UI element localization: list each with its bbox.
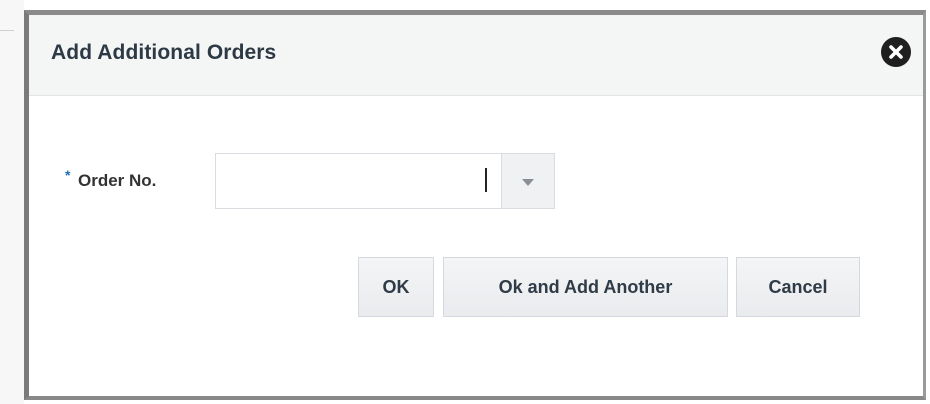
ok-button[interactable]: OK bbox=[358, 257, 434, 317]
background-page-strip bbox=[0, 0, 24, 404]
ok-and-add-another-button[interactable]: Ok and Add Another bbox=[443, 257, 728, 317]
order-no-combobox bbox=[215, 153, 555, 209]
dialog-title: Add Additional Orders bbox=[51, 41, 277, 64]
close-button[interactable] bbox=[881, 37, 911, 67]
add-additional-orders-dialog: Add Additional Orders * Order No. OK Ok … bbox=[24, 10, 926, 400]
chevron-down-icon bbox=[522, 179, 534, 186]
required-marker: * bbox=[65, 167, 71, 183]
text-cursor bbox=[485, 168, 487, 192]
dialog-header: Add Additional Orders bbox=[29, 15, 923, 96]
order-no-input[interactable] bbox=[215, 153, 501, 209]
background-divider bbox=[0, 30, 14, 31]
order-no-dropdown-button[interactable] bbox=[501, 153, 555, 209]
cancel-button[interactable]: Cancel bbox=[736, 257, 860, 317]
close-icon bbox=[889, 45, 903, 59]
order-no-label: Order No. bbox=[78, 171, 157, 190]
